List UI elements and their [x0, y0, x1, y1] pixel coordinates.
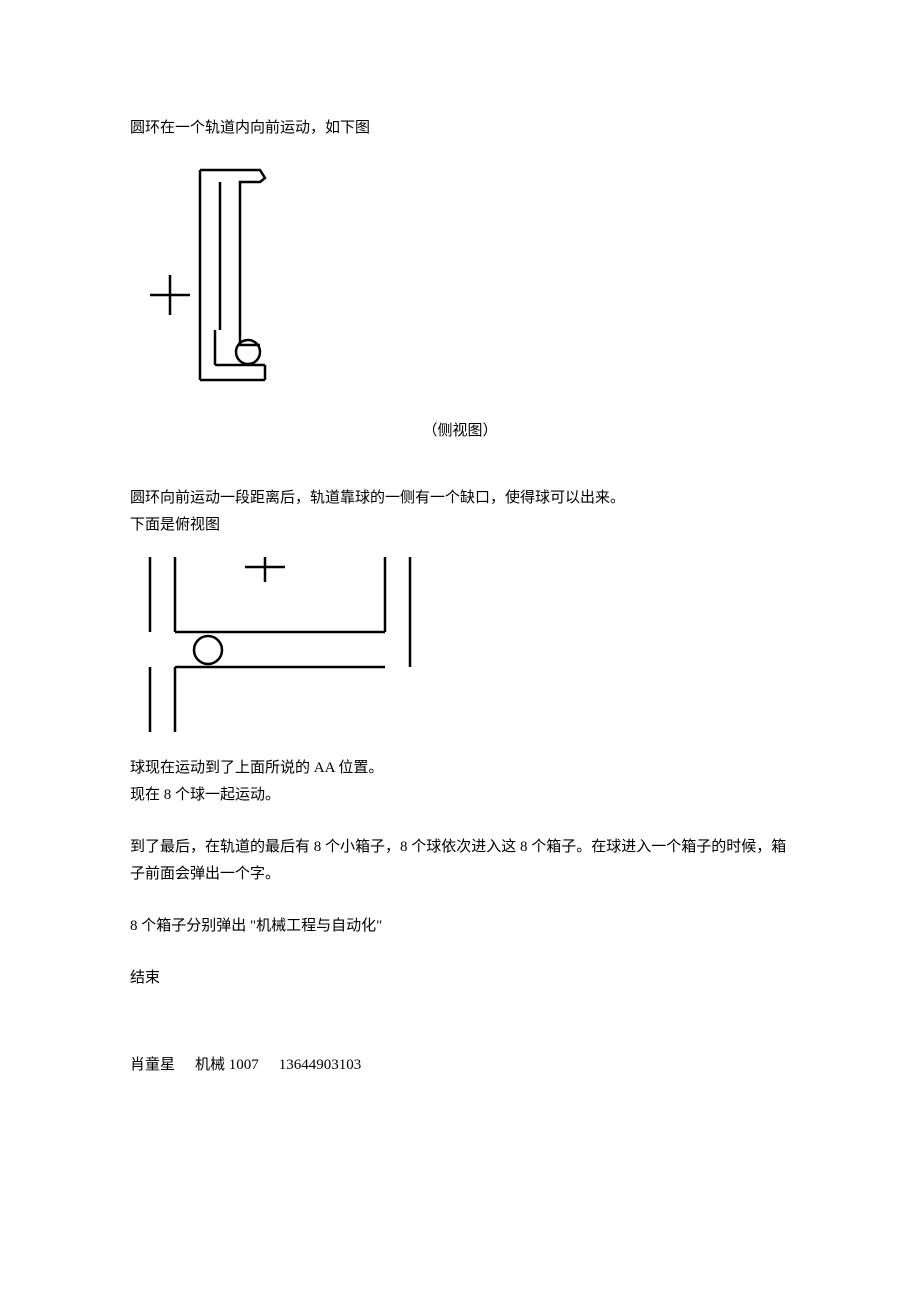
paragraph-3a: 球现在运动到了上面所说的 AA 位置。 [130, 755, 790, 782]
top-view-svg [130, 557, 420, 737]
paragraph-4: 到了最后，在轨道的最后有 8 个小箱子，8 个球依次进入这 8 个箱子。在球进入… [130, 834, 790, 888]
side-view-figure [130, 160, 790, 400]
top-view-figure [130, 557, 790, 737]
paragraph-2b: 下面是俯视图 [130, 512, 790, 539]
signature-line: 肖童星 机械 1007 13644903103 [130, 1052, 790, 1079]
side-view-svg [130, 160, 290, 400]
signature-class: 机械 1007 [195, 1052, 259, 1079]
signature-name: 肖童星 [130, 1052, 175, 1079]
paragraph-5: 8 个箱子分别弹出 "机械工程与自动化" [130, 913, 790, 940]
paragraph-2a: 圆环向前运动一段距离后，轨道靠球的一侧有一个缺口，使得球可以出来。 [130, 485, 790, 512]
signature-phone: 13644903103 [279, 1052, 362, 1079]
paragraph-3b: 现在 8 个球一起运动。 [130, 782, 790, 809]
caption-side-view: （侧视图） [130, 418, 790, 445]
paragraph-1: 圆环在一个轨道内向前运动，如下图 [130, 115, 790, 142]
paragraph-end: 结束 [130, 965, 790, 992]
